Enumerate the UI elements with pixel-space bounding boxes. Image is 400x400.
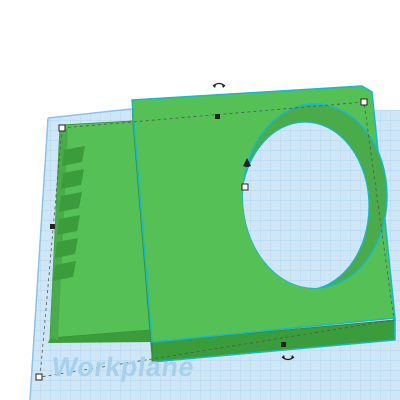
edge-handle-bottom[interactable] [281, 342, 286, 347]
scene-canvas[interactable] [0, 0, 400, 400]
3d-viewport[interactable]: Workplane [0, 0, 400, 400]
edge-handle-left[interactable] [50, 224, 55, 229]
corner-handle-top-left[interactable] [58, 124, 66, 132]
corner-handle-top-right[interactable] [360, 98, 368, 106]
corner-handle-bottom-left[interactable] [35, 373, 43, 381]
rotate-arrow-icon[interactable] [212, 82, 226, 89]
center-handle-hole[interactable] [241, 183, 249, 191]
edge-handle-top[interactable] [215, 114, 220, 119]
